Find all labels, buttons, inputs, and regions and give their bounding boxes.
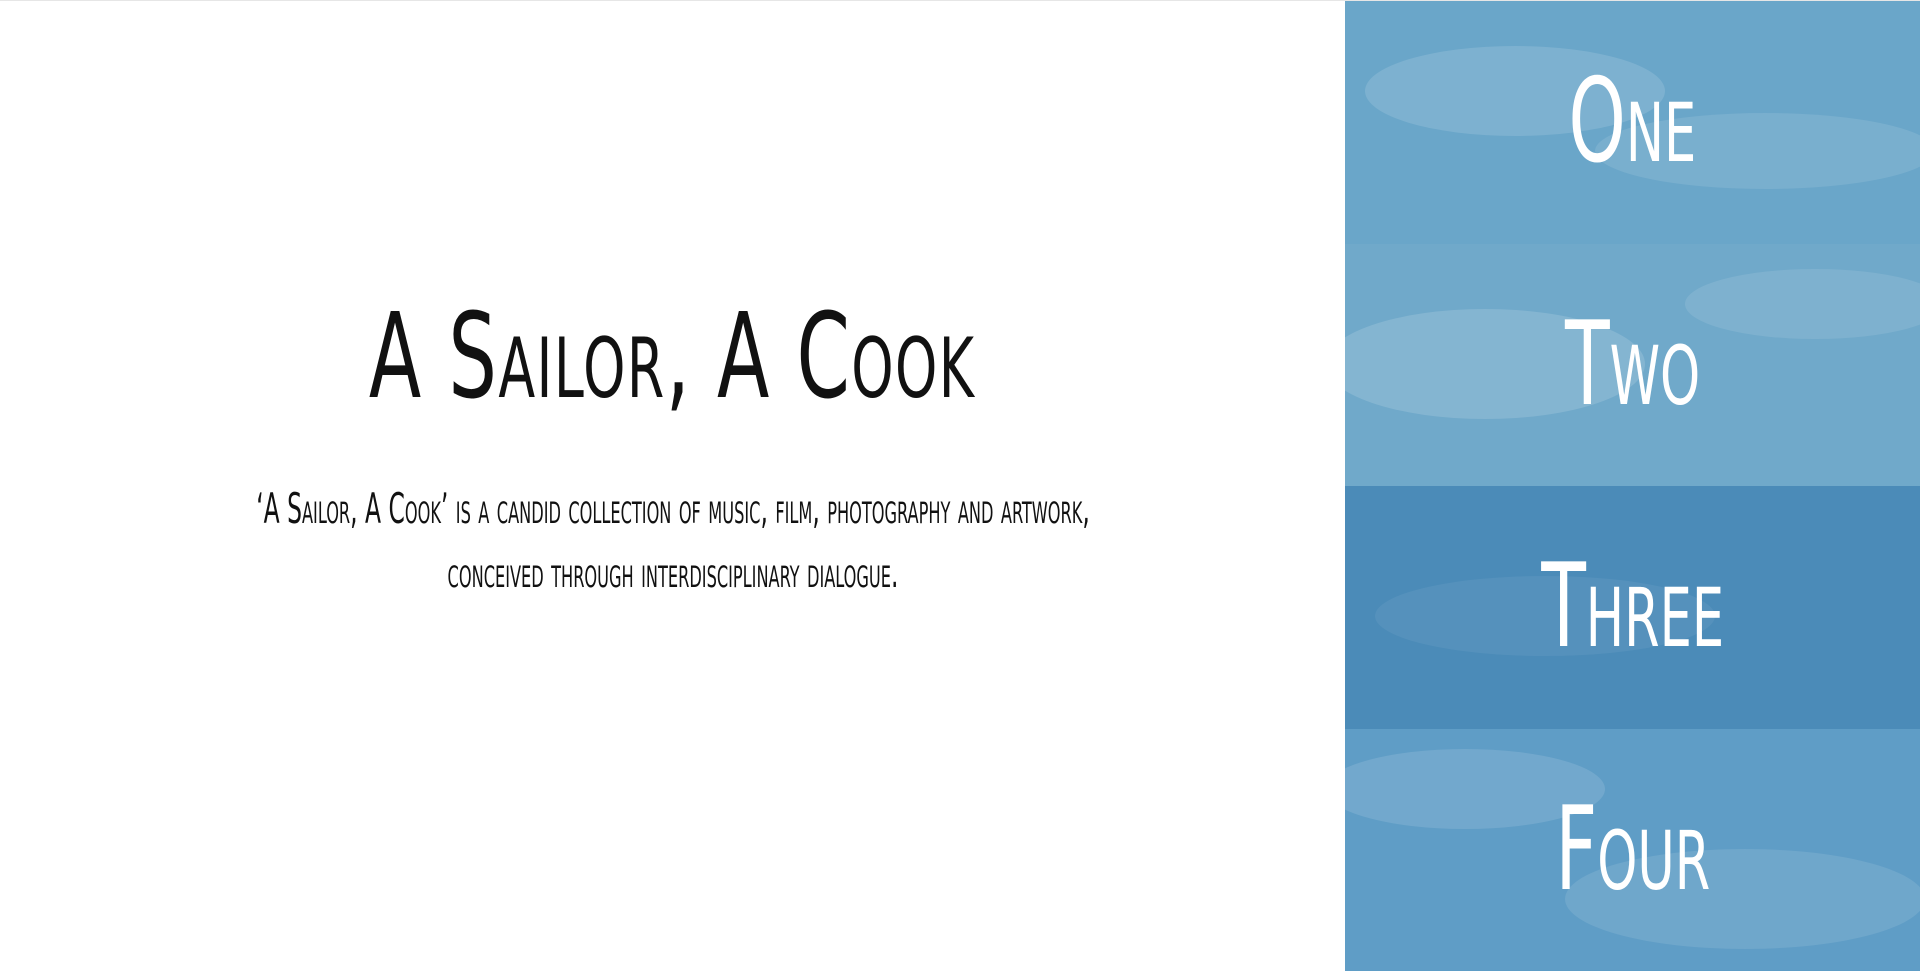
intro-section: A Sailor, A Cook ‘A Sailor, A Cook’ is a… bbox=[0, 1, 1345, 971]
site-description: ‘A Sailor, A Cook’ is a candid collectio… bbox=[84, 477, 1262, 605]
site-title: A Sailor, A Cook bbox=[369, 287, 976, 426]
nav-item-two[interactable]: Two bbox=[1345, 243, 1920, 486]
nav-item-label: Four bbox=[1555, 781, 1710, 917]
nav-item-label: Three bbox=[1541, 539, 1724, 675]
page: A Sailor, A Cook ‘A Sailor, A Cook’ is a… bbox=[0, 0, 1920, 971]
description-line-1: ‘A Sailor, A Cook’ is a candid collectio… bbox=[255, 484, 1090, 534]
nav-item-four[interactable]: Four bbox=[1345, 728, 1920, 971]
description-line-2: conceived through interdisciplinary dial… bbox=[447, 548, 898, 597]
chapter-nav: One Two Three Four bbox=[1345, 1, 1920, 971]
nav-item-one[interactable]: One bbox=[1345, 1, 1920, 244]
nav-item-three[interactable]: Three bbox=[1345, 486, 1920, 729]
nav-item-label: Two bbox=[1564, 296, 1701, 432]
nav-item-label: One bbox=[1568, 54, 1697, 190]
